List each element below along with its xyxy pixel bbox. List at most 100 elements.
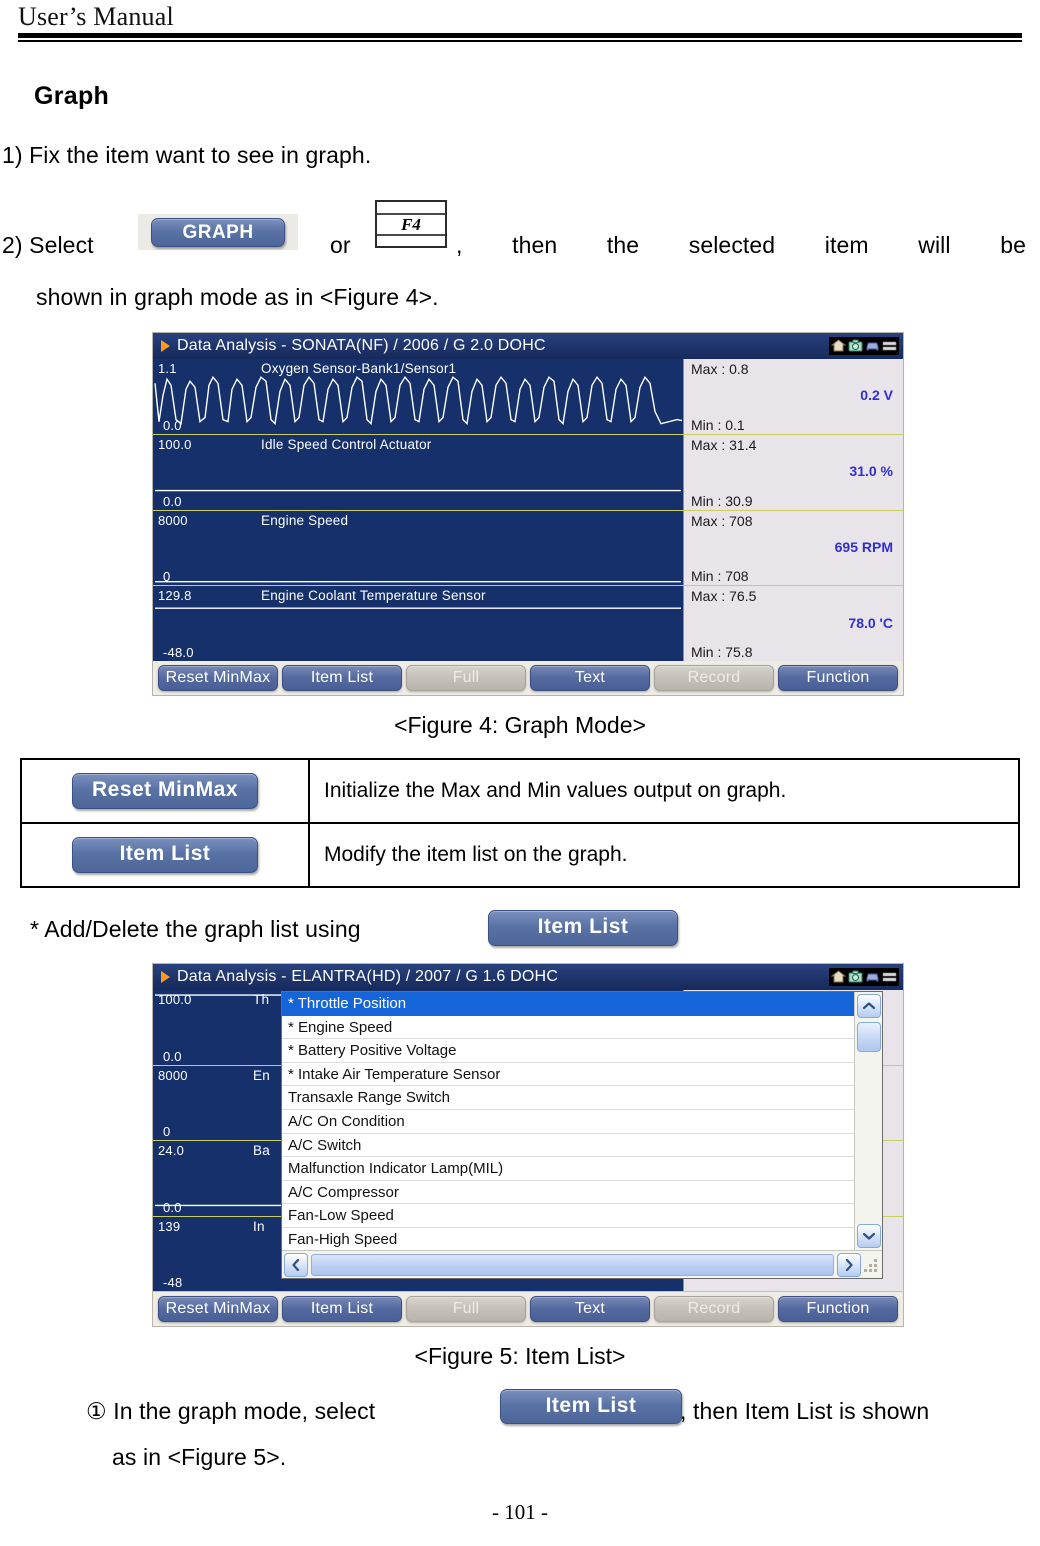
scrollbar-thumb[interactable] — [857, 1022, 881, 1052]
reset-minmax-button[interactable]: Reset MinMax — [72, 773, 258, 809]
resize-grip-icon[interactable] — [864, 1257, 880, 1273]
home-icon[interactable] — [831, 339, 846, 353]
list-item[interactable]: A/C Compressor — [282, 1181, 854, 1205]
list-item[interactable]: Fan-Low Speed — [282, 1204, 854, 1228]
legend-description-cell: Modify the item list on the graph. — [308, 822, 1020, 888]
readout-min: Min : 0.1 — [691, 416, 745, 433]
figure4-titlebar-text: Data Analysis - SONATA(NF) / 2006 / G 2.… — [177, 337, 546, 354]
readout-value: 695 RPM — [834, 539, 893, 556]
waveform-oxygen-sensor — [154, 375, 683, 426]
figure4-titlebar: Data Analysis - SONATA(NF) / 2006 / G 2.… — [153, 333, 903, 359]
car-icon[interactable] — [865, 970, 880, 984]
scroll-right-icon[interactable] — [837, 1252, 861, 1277]
header-rule-thick — [18, 33, 1022, 38]
legend-button-cell: Reset MinMax — [20, 758, 310, 824]
graph-button-graphic[interactable]: GRAPH — [138, 214, 298, 250]
figure5-titlebar-text: Data Analysis - ELANTRA(HD) / 2007 / G 1… — [177, 968, 559, 985]
horizontal-scrollbar[interactable] — [282, 1250, 882, 1278]
list-item[interactable]: Fan-High Speed — [282, 1228, 854, 1250]
horizontal-scrollbar-thumb[interactable] — [311, 1253, 834, 1276]
menu-icon[interactable] — [882, 970, 897, 984]
item-list-body: * Throttle Position * Engine Speed * Bat… — [282, 992, 882, 1250]
item-list-rows: * Throttle Position * Engine Speed * Bat… — [282, 992, 854, 1250]
list-item[interactable]: A/C Switch — [282, 1134, 854, 1158]
graph-plot-engine-speed: 8000 Engine Speed 0 — [153, 510, 683, 586]
item-list-button-label: Item List — [500, 1389, 682, 1424]
graph-readout-engine-coolant-temperature-sensor: Max : 76.5 78.0 'C Min : 75.8 — [683, 586, 903, 661]
item-list-button-inline-1[interactable]: Item List — [488, 910, 678, 946]
step-1-text: 1) Fix the item want to see in graph. — [2, 142, 372, 168]
softkey-reset-minmax[interactable]: Reset MinMax — [158, 1295, 278, 1322]
step-2-word-will: will — [918, 232, 951, 258]
item-list-button-inline-2[interactable]: Item List — [500, 1389, 682, 1424]
softkey-record[interactable]: Record — [654, 664, 774, 691]
step-2-tail: , then the selected item will be — [456, 228, 1026, 262]
circled-step-1-line2: as in <Figure 5>. — [112, 1444, 287, 1470]
softkey-item-list[interactable]: Item List — [282, 1295, 402, 1322]
list-item[interactable]: * Battery Positive Voltage — [282, 1039, 854, 1063]
list-item[interactable]: * Engine Speed — [282, 1016, 854, 1040]
softkey-text[interactable]: Text — [530, 664, 650, 691]
graph-plot-oxygen-sensor: 1.1 Oxygen Sensor-Bank1/Sensor1 0.0 — [153, 359, 683, 434]
page-header: User’s Manual — [18, 2, 1022, 32]
f4-key-graphic[interactable]: F4 — [375, 200, 447, 248]
list-item[interactable]: Malfunction Indicator Lamp(MIL) — [282, 1157, 854, 1181]
waveform-idle-speed-control-actuator — [155, 489, 681, 492]
softkey-reset-minmax[interactable]: Reset MinMax — [158, 664, 278, 691]
legend-description-cell: Initialize the Max and Min values output… — [308, 758, 1020, 824]
step-2-word-the: the — [606, 232, 640, 258]
figure4-softkey-bar: Reset MinMax Item List Full Text Record … — [153, 661, 903, 695]
graph-channel-row: 8000 Engine Speed 0 Max : 708 695 RPM Mi… — [153, 510, 903, 587]
scroll-up-icon[interactable] — [857, 994, 881, 1018]
step-2-line2: shown in graph mode as in <Figure 4>. — [36, 284, 439, 310]
graph-readout-oxygen-sensor: Max : 0.8 0.2 V Min : 0.1 — [683, 359, 903, 434]
softkey-record[interactable]: Record — [654, 1295, 774, 1322]
softkey-full[interactable]: Full — [406, 1295, 526, 1322]
page-number: - 101 - — [492, 1500, 548, 1524]
vertical-scrollbar[interactable] — [854, 992, 882, 1250]
home-icon[interactable] — [831, 970, 846, 984]
softkey-function[interactable]: Function — [778, 1295, 898, 1322]
list-item[interactable]: * Throttle Position — [282, 992, 854, 1016]
readout-value: 0.2 V — [860, 387, 893, 404]
titlebar-arrow-icon — [161, 340, 170, 352]
legend-button-cell: Item List — [20, 822, 310, 888]
readout-max: Max : 708 — [691, 512, 753, 529]
circled-step-1-lead: ① In the graph mode, select — [86, 1398, 376, 1424]
readout-min: Min : 30.9 — [691, 492, 753, 509]
step-2-comma: , — [456, 232, 463, 258]
item-list-button-label: Item List — [488, 910, 678, 946]
titlebar-arrow-icon — [161, 971, 170, 983]
list-item[interactable]: A/C On Condition — [282, 1110, 854, 1134]
step-2-word-item: item — [824, 232, 869, 258]
figure5-item-list-screenshot: Data Analysis - ELANTRA(HD) / 2007 / G 1… — [152, 963, 904, 1327]
menu-icon[interactable] — [882, 339, 897, 353]
readout-max: Max : 31.4 — [691, 436, 757, 453]
figure4-graph-area: 1.1 Oxygen Sensor-Bank1/Sensor1 0.0 Max … — [153, 359, 903, 661]
item-list-button[interactable]: Item List — [72, 837, 258, 873]
softkey-full[interactable]: Full — [406, 664, 526, 691]
scroll-down-icon[interactable] — [857, 1224, 881, 1248]
scroll-left-icon[interactable] — [284, 1252, 308, 1277]
readout-value: 31.0 % — [849, 463, 893, 480]
softkey-item-list[interactable]: Item List — [282, 664, 402, 691]
figure5-titlebar: Data Analysis - ELANTRA(HD) / 2007 / G 1… — [153, 964, 903, 990]
figure5-softkey-bar: Reset MinMax Item List Full Text Record … — [153, 1292, 903, 1326]
car-icon[interactable] — [865, 339, 880, 353]
graph-readout-engine-speed: Max : 708 695 RPM Min : 708 — [683, 510, 903, 586]
softkey-function[interactable]: Function — [778, 664, 898, 691]
add-delete-note: * Add/Delete the graph list using — [30, 916, 361, 942]
readout-min: Min : 75.8 — [691, 644, 753, 660]
camera-icon[interactable] — [848, 339, 863, 353]
f4-key-bottom-bar — [377, 234, 445, 236]
camera-icon[interactable] — [848, 970, 863, 984]
list-item[interactable]: Transaxle Range Switch — [282, 1086, 854, 1110]
softkey-text[interactable]: Text — [530, 1295, 650, 1322]
step-2-word-be: be — [1000, 232, 1026, 258]
step-2-or: or — [330, 232, 351, 258]
item-list-dialog: * Throttle Position * Engine Speed * Bat… — [281, 991, 883, 1279]
table-row: Item List Modify the item list on the gr… — [20, 822, 1020, 888]
graph-channel-row: 129.8 Engine Coolant Temperature Sensor … — [153, 586, 903, 661]
list-item[interactable]: * Intake Air Temperature Sensor — [282, 1063, 854, 1087]
step-2-word-then: then — [512, 232, 558, 258]
